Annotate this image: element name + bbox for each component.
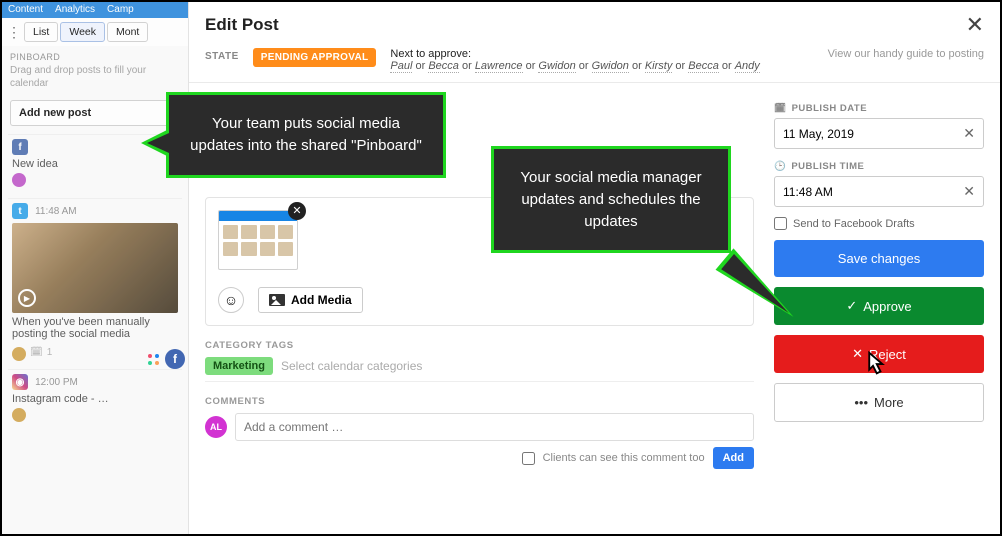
tab-list[interactable]: List xyxy=(24,22,58,42)
pinboard-card[interactable]: t 11:48 AM ▶ When you've been manually p… xyxy=(8,198,182,365)
facebook-icon: f xyxy=(12,139,28,155)
tag-chip[interactable]: Marketing xyxy=(205,357,273,375)
reject-button[interactable]: ✕ Reject xyxy=(774,335,984,373)
background-sidebar: Content Analytics Camp ⋮ List Week Mont … xyxy=(2,2,189,534)
close-icon: ✕ xyxy=(852,346,863,362)
publish-date-input[interactable]: 11 May, 2019 ✕ xyxy=(774,118,984,149)
publish-time-label: PUBLISH TIME xyxy=(791,161,864,172)
card-title: Instagram code - … xyxy=(12,393,178,405)
edit-post-modal: Edit Post ✕ STATE PENDING APPROVAL Next … xyxy=(189,2,1000,534)
add-comment-button[interactable]: Add xyxy=(713,447,754,469)
modal-title: Edit Post xyxy=(205,15,279,35)
state-badge: PENDING APPROVAL xyxy=(253,48,377,67)
card-title: New idea xyxy=(12,158,178,170)
publish-time-input[interactable]: 11:48 AM ✕ xyxy=(774,176,984,207)
ellipsis-icon: ••• xyxy=(854,395,868,410)
pinboard-card[interactable]: ◉ 12:00 PM Instagram code - … xyxy=(8,369,182,429)
play-icon: ▶ xyxy=(18,289,36,307)
card-time: 12:00 PM xyxy=(35,377,78,388)
more-button[interactable]: ••• More xyxy=(774,383,984,422)
instagram-icon: ◉ xyxy=(12,374,28,390)
tags-placeholder: Select calendar categories xyxy=(281,359,422,373)
approve-button[interactable]: ✓ Approve xyxy=(774,287,984,325)
menu-dots-icon[interactable]: ⋮ xyxy=(6,24,22,41)
card-count: 1 xyxy=(47,347,53,358)
media-thumbnail[interactable]: ✕ xyxy=(218,210,298,270)
avatar xyxy=(12,173,26,187)
check-icon: ✓ xyxy=(846,298,857,314)
facebook-icon[interactable]: f xyxy=(165,349,185,369)
clients-see-label: Clients can see this comment too xyxy=(543,452,705,464)
comments-label: COMMENTS xyxy=(205,396,754,407)
nav-content[interactable]: Content xyxy=(8,4,43,16)
avatar xyxy=(12,347,26,361)
remove-media-icon[interactable]: ✕ xyxy=(288,202,306,220)
fb-drafts-checkbox[interactable] xyxy=(774,217,787,230)
pinboard-heading: PINBOARD xyxy=(2,46,188,64)
add-new-post-button[interactable]: Add new post xyxy=(10,100,180,126)
tags-row[interactable]: Marketing Select calendar categories xyxy=(205,351,754,382)
annotation-callout: Your team puts social media updates into… xyxy=(166,92,446,178)
grid-icon xyxy=(148,354,159,365)
next-approve-label: Next to approve: xyxy=(390,48,471,60)
nav-campaigns[interactable]: Camp xyxy=(107,4,134,16)
tab-week[interactable]: Week xyxy=(60,22,105,42)
guide-link[interactable]: View our handy guide to posting xyxy=(828,48,984,60)
fb-drafts-label: Send to Facebook Drafts xyxy=(793,218,915,230)
clear-date-icon[interactable]: ✕ xyxy=(963,125,975,142)
publish-date-label: PUBLISH DATE xyxy=(792,103,868,114)
clients-see-checkbox[interactable] xyxy=(522,452,535,465)
comment-input[interactable] xyxy=(235,413,754,441)
clock-icon: 🕒 xyxy=(774,161,786,172)
card-time: 11:48 AM xyxy=(35,206,77,217)
emoji-button[interactable]: ☺ xyxy=(218,287,244,313)
state-label: STATE xyxy=(205,48,239,62)
close-icon[interactable]: ✕ xyxy=(966,12,984,38)
nav-analytics[interactable]: Analytics xyxy=(55,4,95,16)
card-image: ▶ xyxy=(12,223,178,313)
card-title: When you've been manually posting the so… xyxy=(12,316,178,340)
avatar xyxy=(12,408,26,422)
annotation-callout: Your social media manager updates and sc… xyxy=(491,146,731,253)
approvers-list: Next to approve: Paul or Becca or Lawren… xyxy=(390,48,759,72)
clear-time-icon[interactable]: ✕ xyxy=(963,183,975,200)
save-changes-button[interactable]: Save changes xyxy=(774,240,984,277)
calendar-icon: 🗓 xyxy=(30,347,43,358)
add-media-button[interactable]: Add Media xyxy=(258,287,363,313)
calendar-icon: 🗓 xyxy=(774,103,787,114)
comment-avatar: AL xyxy=(205,416,227,438)
view-tabs: ⋮ List Week Mont xyxy=(2,18,188,46)
twitter-icon: t xyxy=(12,203,28,219)
pinboard-help: Drag and drop posts to fill your calenda… xyxy=(2,64,188,96)
channel-picker[interactable]: f xyxy=(148,349,185,369)
image-icon xyxy=(269,294,285,306)
top-nav: Content Analytics Camp xyxy=(2,2,188,18)
category-tags-label: CATEGORY TAGS xyxy=(205,340,754,351)
tab-month[interactable]: Mont xyxy=(107,22,148,42)
